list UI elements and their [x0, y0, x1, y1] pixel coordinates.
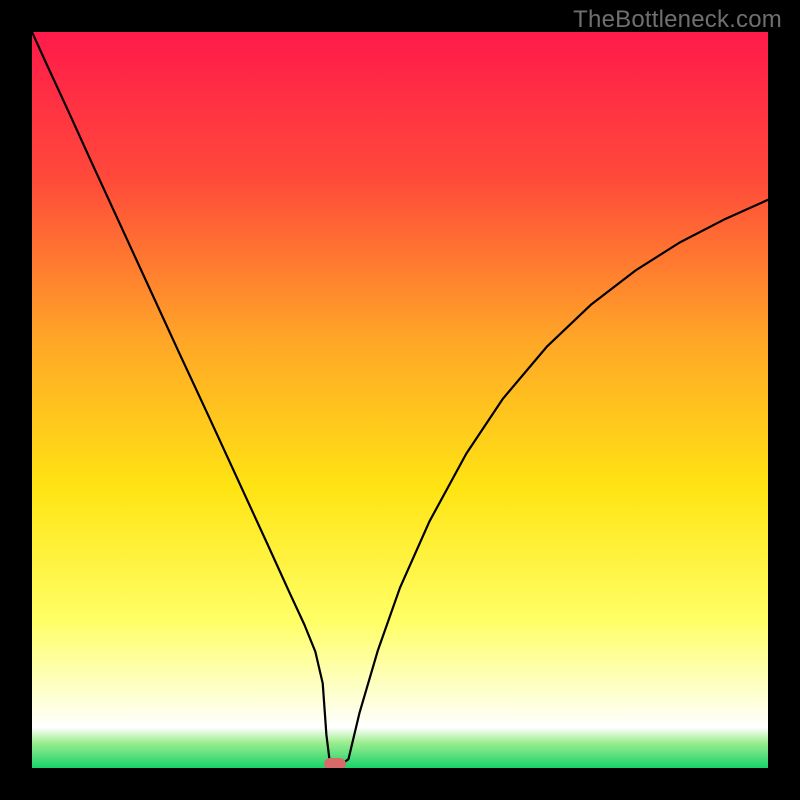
minimum-marker [324, 758, 346, 768]
gradient-background [32, 32, 768, 768]
plot-area [32, 32, 768, 768]
plot-svg [32, 32, 768, 768]
watermark-text: TheBottleneck.com [573, 6, 782, 34]
chart-frame: TheBottleneck.com [0, 0, 800, 800]
